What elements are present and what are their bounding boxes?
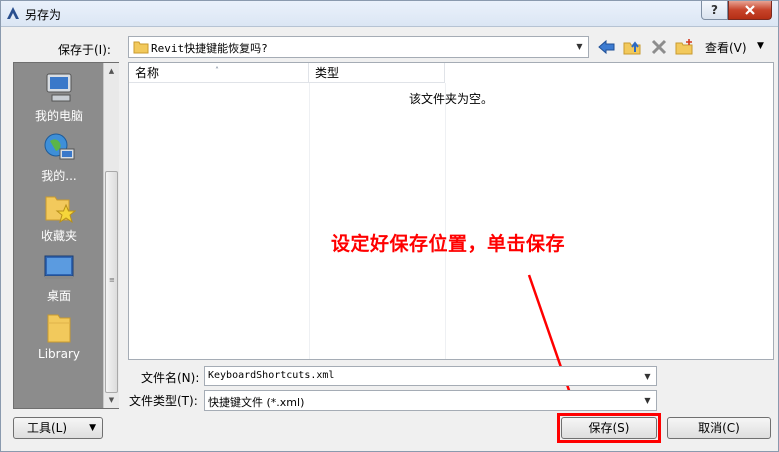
file-name-value: KeyboardShortcuts.xml [208, 370, 335, 381]
place-label: 我的... [41, 169, 77, 183]
file-type-select[interactable]: 快捷键文件 (*.xml) ▼ [204, 390, 657, 411]
empty-folder-message: 该文件夹为空。 [408, 92, 493, 106]
folder-icon [133, 41, 149, 54]
close-button[interactable] [728, 1, 772, 20]
annotation-text: 设定好保存位置，单击保存 [331, 233, 566, 255]
save-in-value: Revit快捷键能恢复吗? [151, 42, 268, 55]
column-header-name[interactable]: 名称 ˄ [129, 63, 309, 83]
my-computer-icon [46, 73, 72, 102]
save-in-label: 保存于(I): [58, 43, 111, 57]
place-my-computer[interactable]: 我的电脑 [18, 71, 100, 124]
window-title: 另存为 [25, 8, 62, 22]
cancel-button[interactable]: 取消(C) [667, 417, 771, 439]
network-icon [44, 133, 75, 160]
places-bar: 我的电脑 我的... 收藏夹 桌面 Library ▲ ≡ ▼ [13, 62, 119, 409]
new-folder-icon[interactable] [674, 38, 694, 56]
place-label: Library [38, 347, 80, 361]
column-header-type[interactable]: 类型 [309, 63, 445, 83]
view-menu-button[interactable]: 查看(V) [705, 39, 747, 56]
save-in-dropdown[interactable]: Revit快捷键能恢复吗? ▼ [128, 36, 589, 58]
file-list[interactable]: 名称 ˄ 类型 该文件夹为空。 [128, 62, 774, 360]
scrollbar-thumb[interactable]: ≡ [105, 171, 118, 393]
back-arrow-icon[interactable] [597, 38, 617, 56]
place-label: 收藏夹 [40, 229, 77, 243]
places-scrollbar[interactable]: ▲ ≡ ▼ [103, 63, 119, 408]
chevron-down-icon[interactable]: ▼ [571, 37, 588, 57]
desktop-icon [44, 255, 74, 279]
chevron-down-icon[interactable]: ▼ [639, 391, 656, 411]
column-divider [309, 83, 310, 359]
grip-icon: ≡ [109, 276, 115, 284]
title-bar[interactable]: 另存为 ? [1, 1, 778, 27]
place-network[interactable]: 我的... [18, 131, 100, 184]
sort-ascending-icon: ˄ [215, 66, 219, 75]
chevron-down-icon[interactable]: ▼ [639, 367, 656, 387]
close-icon [745, 5, 755, 15]
scroll-up-icon[interactable]: ▲ [104, 63, 119, 79]
library-folder-icon [47, 314, 71, 343]
delete-icon[interactable] [649, 38, 669, 56]
chevron-down-icon[interactable]: ▼ [757, 41, 764, 51]
place-desktop[interactable]: 桌面 [18, 251, 100, 304]
up-folder-icon[interactable] [622, 38, 642, 56]
tools-button[interactable]: 工具(L) ▼ [13, 417, 103, 439]
save-button[interactable]: 保存(S) [561, 417, 657, 439]
revit-app-icon [7, 7, 19, 19]
file-type-value: 快捷键文件 (*.xml) [208, 396, 305, 409]
place-library[interactable]: Library [18, 311, 100, 361]
column-divider [445, 83, 446, 359]
place-favorites[interactable]: 收藏夹 [18, 191, 100, 244]
scroll-down-icon[interactable]: ▼ [104, 392, 119, 408]
chevron-down-icon: ▼ [89, 423, 96, 433]
place-label: 桌面 [46, 289, 71, 303]
file-type-label: 文件类型(T): [129, 394, 198, 408]
help-button[interactable]: ? [701, 1, 728, 20]
save-as-dialog: 另存为 ? 保存于(I): Revit快捷键能恢复吗? ▼ 查看(V) ▼ 我的… [0, 0, 779, 452]
place-label: 我的电脑 [34, 109, 83, 123]
favorites-icon [45, 196, 76, 224]
file-name-label: 文件名(N): [141, 371, 200, 385]
file-name-input[interactable]: KeyboardShortcuts.xml ▼ [204, 366, 657, 386]
